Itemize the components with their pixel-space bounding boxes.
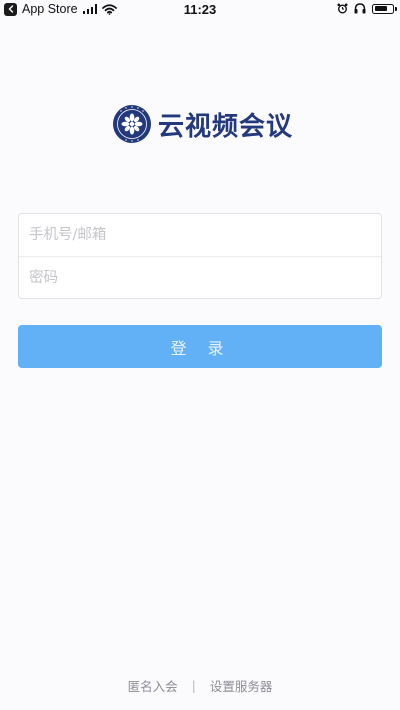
status-bar-right <box>337 3 397 14</box>
password-input[interactable] <box>19 257 381 299</box>
app-title: 云视频会议 <box>158 111 294 142</box>
footer-separator: | <box>191 678 196 693</box>
login-button[interactable]: 登 录 <box>18 325 382 368</box>
headphones-icon <box>354 3 366 14</box>
alarm-icon <box>337 3 348 14</box>
academy-emblem-icon <box>113 105 151 143</box>
anonymous-join-link[interactable]: 匿名入会 <box>128 676 178 695</box>
login-form <box>18 213 382 299</box>
footer-links: 匿名入会 | 设置服务器 <box>0 676 400 695</box>
server-settings-link[interactable]: 设置服务器 <box>210 676 273 695</box>
app-logo: 云视频会议 <box>112 104 293 144</box>
status-bar: App Store 11:23 <box>0 0 400 20</box>
account-input[interactable] <box>19 214 381 256</box>
battery-icon <box>372 3 397 14</box>
